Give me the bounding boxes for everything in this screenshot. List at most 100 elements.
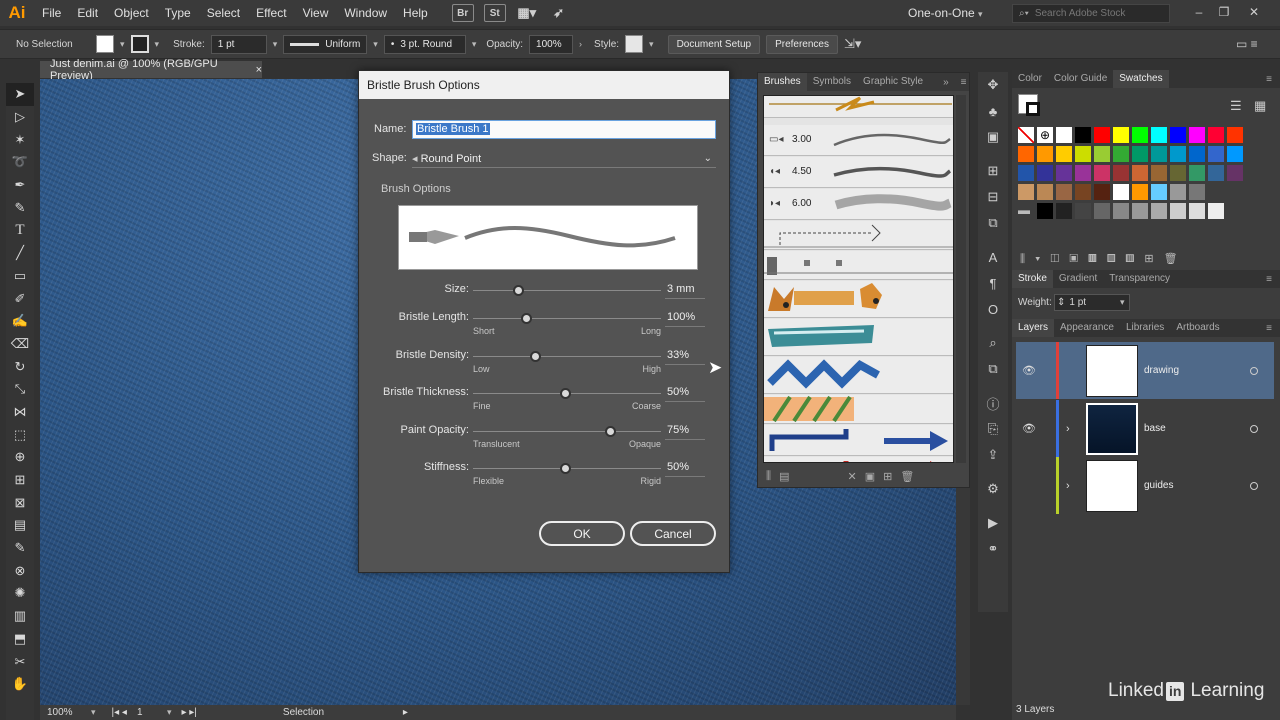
column-graph-tool-icon[interactable]: ▥ bbox=[6, 605, 34, 628]
current-tool-status[interactable]: Selection bbox=[283, 707, 403, 718]
pen-tool-icon[interactable]: ✒ bbox=[6, 174, 34, 197]
slider-track[interactable] bbox=[473, 431, 661, 432]
layer-row-guides[interactable]: › guides bbox=[1016, 457, 1274, 514]
color-swatch[interactable] bbox=[1132, 146, 1148, 162]
chevron-down-icon[interactable]: ▾ bbox=[273, 39, 278, 50]
shape-builder-tool-icon[interactable]: ⊕ bbox=[6, 446, 34, 469]
scale-tool-icon[interactable]: ⤡ bbox=[6, 378, 34, 401]
close-tab-icon[interactable]: × bbox=[256, 64, 262, 76]
tab-symbols[interactable]: Symbols bbox=[807, 73, 857, 91]
brush-definition[interactable]: • 3 pt. Round bbox=[383, 34, 466, 54]
brush-row-bristle-3[interactable]: ▭◂ 3.00 bbox=[764, 125, 953, 156]
slider-value[interactable]: 33% bbox=[665, 349, 705, 365]
artboard-number[interactable]: 1 bbox=[137, 707, 167, 718]
restore-icon[interactable]: ❐ bbox=[1215, 3, 1233, 21]
chevron-down-icon[interactable]: ▾ bbox=[120, 39, 125, 50]
slider-track[interactable] bbox=[473, 290, 661, 291]
color-swatch[interactable] bbox=[1094, 165, 1110, 181]
panel-menu-icon[interactable]: ≡ bbox=[1266, 323, 1272, 334]
menu-object[interactable]: Object bbox=[106, 0, 157, 26]
slider-knob[interactable] bbox=[605, 426, 617, 437]
menu-edit[interactable]: Edit bbox=[69, 0, 106, 26]
color-swatch[interactable] bbox=[1208, 127, 1224, 143]
opentype-icon[interactable]: O bbox=[978, 296, 1008, 322]
mesh-tool-icon[interactable]: ⊠ bbox=[6, 491, 34, 514]
menu-help[interactable]: Help bbox=[395, 0, 436, 26]
brush-row-blue-arrow[interactable] bbox=[764, 425, 953, 456]
brush-row-red-arrow[interactable] bbox=[764, 457, 953, 462]
brush-name-input[interactable]: Bristle Brush 1 bbox=[412, 120, 716, 139]
color-swatch[interactable] bbox=[1018, 127, 1034, 143]
workspace-switcher[interactable]: One-on-One ▾ bbox=[908, 0, 983, 26]
color-swatch[interactable] bbox=[1075, 184, 1091, 200]
color-swatch[interactable] bbox=[1056, 127, 1072, 143]
slider-track[interactable] bbox=[473, 356, 661, 357]
panel-menu-icon[interactable]: ≡ bbox=[1266, 274, 1272, 285]
brush-row-zigzag-blue[interactable] bbox=[764, 357, 953, 394]
shaper-tool-icon[interactable]: ✍ bbox=[6, 310, 34, 333]
status-menu-icon[interactable]: ▸ bbox=[403, 707, 408, 718]
tab-appearance[interactable]: Appearance bbox=[1054, 319, 1120, 337]
menu-view[interactable]: View bbox=[295, 0, 337, 26]
color-swatch[interactable] bbox=[1037, 146, 1053, 162]
preferences-button[interactable]: Preferences bbox=[766, 34, 838, 54]
color-swatch[interactable] bbox=[1113, 184, 1129, 200]
color-swatch[interactable] bbox=[1151, 146, 1167, 162]
slider-knob[interactable] bbox=[560, 463, 572, 474]
tab-artboards[interactable]: Artboards bbox=[1170, 319, 1225, 337]
brush-row-dashed-arrow[interactable] bbox=[764, 221, 953, 250]
direct-selection-tool-icon[interactable]: ▷ bbox=[6, 106, 34, 129]
info-icon[interactable]: ⓘ bbox=[978, 390, 1008, 416]
chevron-right-icon[interactable]: › bbox=[579, 39, 582, 49]
expand-chevron-icon[interactable]: › bbox=[1066, 480, 1070, 492]
menu-select[interactable]: Select bbox=[199, 0, 248, 26]
layer-row-base[interactable]: 👁 › base bbox=[1016, 400, 1274, 457]
color-swatch[interactable] bbox=[1132, 184, 1148, 200]
color-swatch[interactable] bbox=[1094, 127, 1110, 143]
menu-file[interactable]: File bbox=[34, 0, 69, 26]
cancel-button[interactable]: Cancel bbox=[630, 521, 716, 546]
slider-track[interactable] bbox=[473, 318, 661, 319]
color-swatch[interactable] bbox=[1056, 165, 1072, 181]
tab-stroke[interactable]: Stroke bbox=[1012, 270, 1053, 288]
shape-select[interactable]: ◂ Round Point ⌄ bbox=[412, 150, 716, 168]
lasso-tool-icon[interactable]: ➰ bbox=[6, 151, 34, 174]
color-swatch[interactable] bbox=[1227, 165, 1243, 181]
color-swatch[interactable] bbox=[1208, 203, 1224, 219]
blend-tool-icon[interactable]: ⊗ bbox=[6, 559, 34, 582]
brush-row-pattern[interactable] bbox=[764, 96, 953, 118]
chevron-down-icon[interactable]: ▾ bbox=[649, 39, 654, 50]
color-swatch[interactable] bbox=[1170, 146, 1186, 162]
type-tool-icon[interactable]: T bbox=[6, 219, 34, 242]
tab-color[interactable]: Color bbox=[1012, 70, 1048, 88]
eye-icon[interactable]: 👁 bbox=[1022, 422, 1036, 435]
panel-menu-icon[interactable]: ≡ bbox=[1266, 74, 1272, 85]
layer-name[interactable]: guides bbox=[1144, 480, 1173, 491]
color-swatch[interactable]: ⊕ bbox=[1037, 127, 1053, 143]
tab-brushes[interactable]: Brushes bbox=[758, 73, 807, 91]
zoom-level[interactable]: 100% bbox=[47, 707, 91, 718]
align-icon[interactable]: ⊟ bbox=[978, 184, 1008, 210]
color-swatch[interactable] bbox=[1075, 165, 1091, 181]
color-swatch[interactable] bbox=[1094, 203, 1110, 219]
slider-knob[interactable] bbox=[560, 388, 572, 399]
color-swatch[interactable] bbox=[1227, 146, 1243, 162]
magic-wand-tool-icon[interactable]: ✶ bbox=[6, 128, 34, 151]
fill-swatch[interactable] bbox=[96, 35, 114, 53]
chevron-down-icon[interactable]: ▾ bbox=[373, 39, 378, 50]
brush-row-ruler[interactable] bbox=[764, 251, 953, 280]
perspective-grid-tool-icon[interactable]: ⊞ bbox=[6, 469, 34, 492]
slider-knob[interactable] bbox=[513, 285, 525, 296]
color-swatch[interactable] bbox=[1075, 146, 1091, 162]
document-setup-button[interactable]: Document Setup bbox=[667, 34, 761, 54]
brush-row-plaid[interactable] bbox=[764, 395, 953, 424]
color-swatch[interactable] bbox=[1189, 146, 1205, 162]
color-swatch[interactable] bbox=[1094, 146, 1110, 162]
panel-menu-icon[interactable]: ≡ bbox=[961, 77, 967, 88]
color-swatch[interactable] bbox=[1113, 146, 1129, 162]
character-icon[interactable]: A bbox=[978, 244, 1008, 270]
artboard-nav-next-icon[interactable]: ▸ ▸| bbox=[181, 707, 196, 718]
tab-layers[interactable]: Layers bbox=[1012, 319, 1055, 337]
menu-window[interactable]: Window bbox=[336, 0, 395, 26]
color-swatch[interactable] bbox=[1227, 127, 1243, 143]
